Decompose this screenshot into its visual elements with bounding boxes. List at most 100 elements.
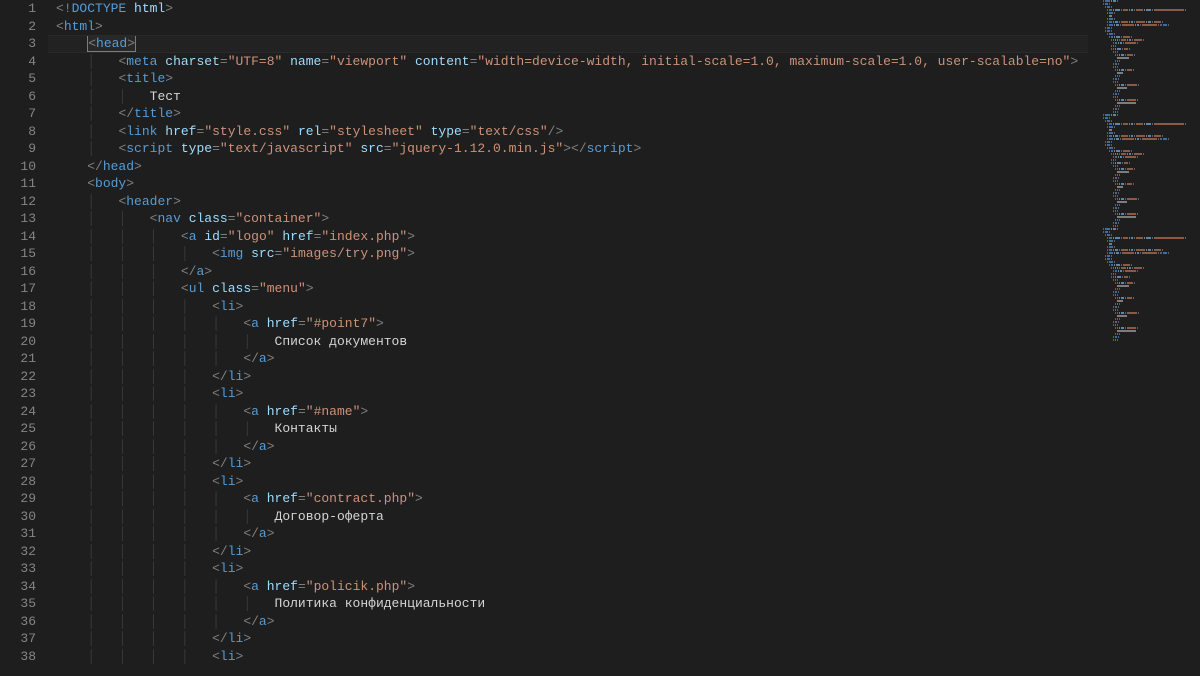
- code-line[interactable]: │ │ │ <ul class="menu">: [56, 280, 1100, 298]
- minimap-line: [1101, 297, 1200, 299]
- code-line[interactable]: │ │ │ │ │ │ Контакты: [56, 420, 1100, 438]
- minimap-segment: [1103, 3, 1104, 5]
- code-line[interactable]: <head>: [56, 35, 1100, 53]
- minimap-segment: [1125, 54, 1126, 56]
- minimap-segment: [1146, 249, 1147, 251]
- line-number: 7: [0, 105, 36, 123]
- line-number: 37: [0, 630, 36, 648]
- line-number: 33: [0, 560, 36, 578]
- minimap-segment: [1134, 237, 1135, 239]
- indent-guide: [56, 596, 87, 611]
- code-token: <: [212, 386, 220, 401]
- code-line[interactable]: │ │ │ │ <li>: [56, 560, 1100, 578]
- code-line[interactable]: │ │ Тест: [56, 88, 1100, 106]
- minimap-line: [1101, 69, 1200, 71]
- code-line[interactable]: │ │ │ │ │ </a>: [56, 438, 1100, 456]
- minimap-segment: [1129, 21, 1130, 23]
- code-line[interactable]: │ <script type="text/javascript" src="jq…: [56, 140, 1100, 158]
- minimap-segment: [1117, 309, 1118, 311]
- code-line[interactable]: │ │ │ │ │ <a href="#point7">: [56, 315, 1100, 333]
- minimap[interactable]: [1100, 0, 1200, 676]
- minimap-segment: [1111, 150, 1113, 152]
- minimap-line: [1101, 156, 1200, 158]
- indent-guide: [56, 631, 87, 646]
- minimap-segment: [1105, 141, 1106, 143]
- indent-guide: │: [212, 334, 243, 349]
- code-line[interactable]: │ │ <nav class="container">: [56, 210, 1100, 228]
- minimap-segment: [1113, 336, 1114, 338]
- code-line[interactable]: │ <title>: [56, 70, 1100, 88]
- minimap-segment: [1109, 150, 1110, 152]
- minimap-segment: [1109, 240, 1113, 242]
- minimap-segment: [1107, 258, 1110, 260]
- minimap-segment: [1107, 144, 1110, 146]
- minimap-line: [1101, 327, 1200, 329]
- line-number-gutter[interactable]: 1234567891011121314151617181920212223242…: [0, 0, 48, 676]
- code-line[interactable]: │ │ │ │ │ │ Политика конфиденциальности: [56, 595, 1100, 613]
- code-line[interactable]: │ │ │ │ <li>: [56, 298, 1100, 316]
- code-line[interactable]: │ </title>: [56, 105, 1100, 123]
- code-editor[interactable]: 1234567891011121314151617181920212223242…: [0, 0, 1200, 676]
- code-line[interactable]: <!DOCTYPE html>: [56, 0, 1100, 18]
- minimap-line: [1101, 183, 1200, 185]
- code-line[interactable]: │ │ │ │ <li>: [56, 648, 1100, 666]
- minimap-line: [1101, 144, 1200, 146]
- code-line[interactable]: │ <link href="style.css" rel="stylesheet…: [56, 123, 1100, 141]
- minimap-line: [1101, 66, 1200, 68]
- minimap-segment: [1123, 156, 1124, 158]
- code-token: "width=device-width, initial-scale=1.0, …: [477, 54, 1070, 69]
- code-token: >: [563, 141, 571, 156]
- code-token: </: [212, 456, 228, 471]
- minimap-segment: [1115, 66, 1116, 68]
- code-line[interactable]: │ │ │ </a>: [56, 263, 1100, 281]
- code-line[interactable]: │ │ │ │ │ <a href="contract.php">: [56, 490, 1100, 508]
- code-line[interactable]: │ │ │ │ </li>: [56, 543, 1100, 561]
- minimap-segment: [1117, 90, 1118, 92]
- code-line[interactable]: │ │ │ │ │ </a>: [56, 613, 1100, 631]
- code-token: <: [212, 474, 220, 489]
- code-line[interactable]: │ <header>: [56, 193, 1100, 211]
- minimap-line: [1101, 276, 1200, 278]
- minimap-segment: [1114, 36, 1115, 38]
- indent-guide: [56, 439, 87, 454]
- code-line[interactable]: │ │ │ │ │ </a>: [56, 350, 1100, 368]
- code-line[interactable]: │ │ │ │ <img src="images/try.png">: [56, 245, 1100, 263]
- code-line[interactable]: │ <meta charset="UTF=8" name="viewport" …: [56, 53, 1100, 71]
- code-token: >: [236, 649, 244, 664]
- code-token: =: [212, 141, 220, 156]
- minimap-segment: [1105, 234, 1106, 236]
- indent-guide: │: [181, 369, 212, 384]
- minimap-segment: [1116, 252, 1119, 254]
- minimap-segment: [1125, 297, 1126, 299]
- code-line[interactable]: │ │ │ │ </li>: [56, 630, 1100, 648]
- code-line[interactable]: <html>: [56, 18, 1100, 36]
- code-line[interactable]: │ │ │ │ │ │ Список документов: [56, 333, 1100, 351]
- code-line[interactable]: │ │ │ │ <li>: [56, 473, 1100, 491]
- minimap-line: [1101, 294, 1200, 296]
- minimap-segment: [1134, 39, 1142, 41]
- code-line[interactable]: │ │ │ │ │ │ Договор-оферта: [56, 508, 1100, 526]
- code-line[interactable]: </head>: [56, 158, 1100, 176]
- code-line[interactable]: │ │ │ │ │ <a href="policik.php">: [56, 578, 1100, 596]
- code-line[interactable]: <body>: [56, 175, 1100, 193]
- code-line[interactable]: │ │ │ │ │ </a>: [56, 525, 1100, 543]
- minimap-segment: [1114, 12, 1115, 14]
- code-line[interactable]: │ │ │ │ </li>: [56, 368, 1100, 386]
- minimap-segment: [1121, 168, 1124, 170]
- minimap-segment: [1146, 135, 1147, 137]
- minimap-segment: [1111, 0, 1112, 2]
- code-line[interactable]: │ │ │ <a id="logo" href="index.php">: [56, 228, 1100, 246]
- minimap-line: [1101, 330, 1200, 332]
- code-line[interactable]: │ │ │ │ <li>: [56, 385, 1100, 403]
- code-line[interactable]: │ │ │ │ │ <a href="#name">: [56, 403, 1100, 421]
- code-token: <!: [56, 1, 72, 16]
- minimap-segment: [1131, 21, 1133, 23]
- minimap-segment: [1107, 141, 1110, 143]
- code-content-area[interactable]: <!DOCTYPE html><html> <head> │ <meta cha…: [48, 0, 1100, 676]
- minimap-segment: [1111, 144, 1112, 146]
- code-line[interactable]: │ │ │ │ </li>: [56, 455, 1100, 473]
- minimap-line: [1101, 270, 1200, 272]
- minimap-segment: [1144, 9, 1145, 11]
- minimap-line: [1101, 15, 1200, 17]
- minimap-segment: [1117, 330, 1136, 332]
